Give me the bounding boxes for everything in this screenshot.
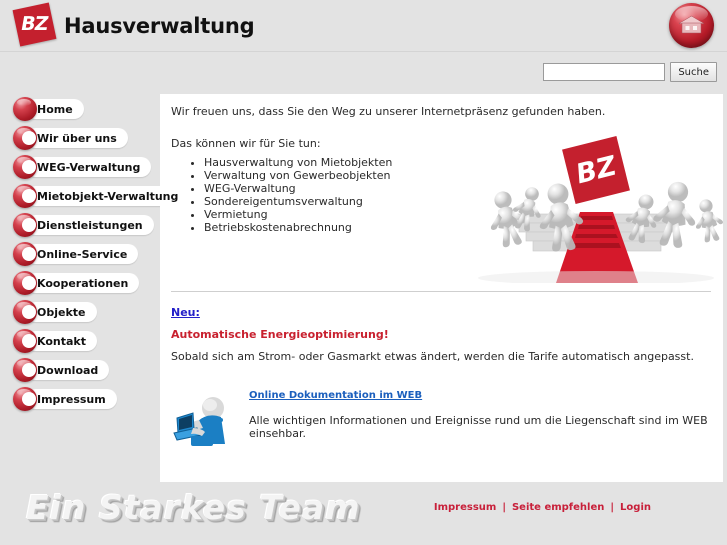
- sidebar-ring-icon: [13, 242, 37, 266]
- sidebar-item-label: Download: [37, 363, 99, 377]
- sphere-highlight: [17, 331, 31, 338]
- sidebar-ring-icon: [13, 126, 37, 150]
- sidebar-item-kooperationen[interactable]: Kooperationen: [0, 270, 160, 296]
- house-icon[interactable]: [669, 3, 714, 48]
- search-button[interactable]: Suche: [670, 62, 717, 82]
- sidebar-item-kontakt[interactable]: Kontakt: [0, 328, 160, 354]
- neu-link[interactable]: Neu:: [171, 306, 200, 319]
- service-list-item: WEG-Verwaltung: [204, 182, 392, 195]
- sidebar-item-impressum[interactable]: Impressum: [0, 386, 160, 412]
- bz-logo-icon[interactable]: BZ: [12, 2, 57, 47]
- sidebar-ring-icon: [13, 213, 37, 237]
- site-header: BZ Hausverwaltung: [0, 0, 727, 52]
- sidebar-item-label: Impressum: [37, 392, 106, 406]
- sphere-highlight: [17, 389, 31, 396]
- sidebar-item-label: Mietobjekt-Verwaltung: [37, 189, 179, 203]
- sphere-highlight: [17, 157, 31, 164]
- sidebar-ring-icon: [13, 184, 37, 208]
- footer-link-impressum[interactable]: Impressum: [434, 502, 496, 513]
- sphere-highlight: [17, 215, 31, 222]
- person-at-laptop-icon: [173, 397, 225, 446]
- sidebar-item-label: Kontakt: [37, 334, 86, 348]
- content-divider: [171, 291, 711, 292]
- sidebar-item-label: Kooperationen: [37, 276, 129, 290]
- sidebar-ring-icon: [13, 271, 37, 295]
- page-title: Hausverwaltung: [64, 14, 255, 38]
- sidebar-item-label: Dienstleistungen: [37, 218, 143, 232]
- sidebar-ring-icon: [13, 358, 37, 382]
- sphere-highlight: [17, 244, 31, 251]
- footer-link-separator: |: [610, 502, 615, 513]
- services-subheading: Das können wir für Sie tun:: [171, 137, 321, 150]
- news-headline: Automatische Energieoptimierung!: [171, 328, 389, 341]
- main-content-panel: Wir freuen uns, dass Sie den Weg zu unse…: [160, 94, 723, 482]
- sidebar-item-dienstleistungen[interactable]: Dienstleistungen: [0, 212, 160, 238]
- footer-links: Impressum | Seite empfehlen | Login: [434, 502, 651, 513]
- footer-slogan: Ein Starkes Team: [26, 488, 361, 527]
- service-list-item: Verwaltung von Gewerbeobjekten: [204, 169, 392, 182]
- search-bar: Suche: [543, 62, 717, 82]
- sphere-highlight: [17, 99, 31, 106]
- sphere-highlight: [17, 128, 31, 135]
- service-list-item: Betriebskostenabrechnung: [204, 221, 392, 234]
- page-root: BZ Hausverwaltung Suche Home Wir über uns…: [0, 0, 727, 545]
- services-list: Hausverwaltung von MietobjektenVerwaltun…: [186, 156, 392, 234]
- footer-link-seite-empfehlen[interactable]: Seite empfehlen: [512, 502, 604, 513]
- site-footer: Ein Starkes Team Impressum | Seite empfehl…: [0, 482, 727, 545]
- footer-link-separator: |: [502, 502, 506, 513]
- service-list-item: Vermietung: [204, 208, 392, 221]
- footer-link-login[interactable]: Login: [620, 502, 651, 513]
- sidebar-item-label: Objekte: [37, 305, 86, 319]
- search-input[interactable]: [543, 63, 666, 81]
- sidebar-item-label: WEG-Verwaltung: [37, 160, 141, 174]
- sphere-highlight: [17, 186, 31, 193]
- sphere-highlight: [17, 302, 31, 309]
- hero-illustration: BZ: [470, 128, 723, 283]
- documentation-block: Online Dokumentation im WEB Alle wichtig…: [171, 390, 711, 450]
- sidebar-item-weg-verwaltung[interactable]: WEG-Verwaltung: [0, 154, 160, 180]
- sidebar-item-download[interactable]: Download: [0, 357, 160, 383]
- sidebar-item-objekte[interactable]: Objekte: [0, 299, 160, 325]
- sidebar-item-home[interactable]: Home: [0, 96, 160, 122]
- sidebar-ring-icon: [13, 155, 37, 179]
- bz-logo-text: BZ: [19, 13, 50, 36]
- sidebar-item-wir-ber-uns[interactable]: Wir über uns: [0, 125, 160, 151]
- sidebar-item-label: Wir über uns: [37, 131, 117, 145]
- sidebar-active-sphere-icon: [13, 97, 37, 121]
- sidebar-item-label: Home: [37, 102, 73, 116]
- sphere-highlight: [17, 273, 31, 280]
- intro-paragraph: Wir freuen uns, dass Sie den Weg zu unse…: [171, 105, 606, 118]
- news-body: Sobald sich am Strom- oder Gasmarkt etwa…: [171, 350, 694, 363]
- sphere-highlight: [17, 360, 31, 367]
- service-list-item: Hausverwaltung von Mietobjekten: [204, 156, 392, 169]
- documentation-link[interactable]: Online Dokumentation im WEB: [249, 390, 422, 401]
- sidebar-nav: Home Wir über uns WEG-Verwaltung Mietobjekt…: [0, 96, 190, 415]
- sidebar-item-label: Online-Service: [37, 247, 128, 261]
- sidebar-ring-icon: [13, 300, 37, 324]
- sidebar-item-mietobjekt-verwaltung[interactable]: Mietobjekt-Verwaltung: [0, 183, 190, 209]
- sidebar-ring-icon: [13, 329, 37, 353]
- house-glyph: [678, 15, 705, 34]
- service-list-item: Sondereigentumsverwaltung: [204, 195, 392, 208]
- sidebar-ring-icon: [13, 387, 37, 411]
- documentation-text: Alle wichtigen Informationen und Ereigni…: [249, 414, 708, 440]
- sidebar-item-online-service[interactable]: Online-Service: [0, 241, 160, 267]
